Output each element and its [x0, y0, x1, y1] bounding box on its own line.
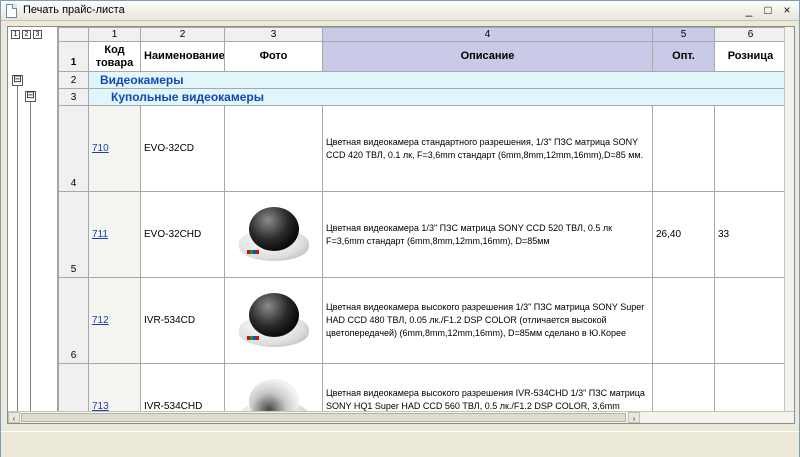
collapse-toggle-icon[interactable]: ⊟ — [25, 91, 36, 102]
price-table: 1 2 3 4 5 6 1 Код товара Наименование Фо… — [58, 27, 787, 423]
product-description: Цветная видеокамера высокого разрешения … — [322, 277, 653, 364]
dome-camera-photo — [235, 289, 313, 353]
row-number[interactable]: 3 — [58, 88, 89, 106]
row-number[interactable]: 5 — [58, 191, 89, 278]
product-code-cell: 711 — [88, 191, 141, 278]
header-code: Код товара — [88, 41, 141, 72]
outline-level-3-button[interactable]: 3 — [33, 30, 42, 39]
header-retail: Розница — [714, 41, 787, 72]
column-number[interactable]: 6 — [714, 27, 787, 42]
product-code-cell: 712 — [88, 277, 141, 364]
scroll-right-arrow-icon[interactable]: › — [628, 412, 640, 423]
price-opt — [652, 105, 715, 192]
maximize-button[interactable]: □ — [760, 3, 776, 18]
column-number-row: 1 2 3 4 5 6 — [58, 27, 787, 42]
row-number[interactable]: 4 — [58, 105, 89, 192]
minimize-button[interactable]: _ — [741, 3, 757, 18]
product-description: Цветная видеокамера 1/3" ПЗС матрица SON… — [322, 191, 653, 278]
product-description: Цветная видеокамера стандартного разреше… — [322, 105, 653, 192]
outline-line — [17, 85, 18, 415]
product-photo-cell — [224, 191, 323, 278]
title-bar: Печать прайс-листа _ □ × — [1, 1, 799, 21]
scrollbar-thumb[interactable] — [21, 413, 626, 422]
horizontal-scrollbar[interactable]: ‹ › — [8, 411, 794, 423]
product-name: EVO-32CD — [140, 105, 225, 192]
outline-level-2-button[interactable]: 2 — [22, 30, 31, 39]
price-retail — [714, 277, 787, 364]
group-title: Видеокамеры — [88, 71, 787, 89]
column-number[interactable]: 2 — [140, 27, 225, 42]
column-number[interactable]: 4 — [322, 27, 653, 42]
price-retail: 33 — [714, 191, 787, 278]
header-photo: Фото — [224, 41, 323, 72]
row-number[interactable]: 6 — [58, 277, 89, 364]
price-list-window: Печать прайс-листа _ □ × 1 2 3 ⊟ ⊟ 1 2 3 — [0, 0, 800, 457]
row-number[interactable]: 1 — [58, 41, 89, 72]
outline-line — [30, 101, 31, 415]
column-number[interactable]: 5 — [652, 27, 715, 42]
table-row: 5 711 EVO-32CHD Цветная видеокамера 1/3"… — [58, 191, 787, 278]
product-photo-cell — [224, 105, 323, 192]
header-opt: Опт. — [652, 41, 715, 72]
product-code-cell: 710 — [88, 105, 141, 192]
subgroup-row: 3 Купольные видеокамеры — [58, 88, 787, 106]
table-row: 6 712 IVR-534CD Цветная видеокамера высо… — [58, 277, 787, 364]
price-opt — [652, 277, 715, 364]
corner-cell — [58, 27, 89, 42]
product-name: EVO-32CHD — [140, 191, 225, 278]
close-button[interactable]: × — [779, 3, 795, 18]
product-photo-cell — [224, 277, 323, 364]
dome-camera-photo — [235, 203, 313, 267]
document-icon — [6, 4, 17, 18]
price-retail — [714, 105, 787, 192]
table-row: 4 710 EVO-32CD Цветная видеокамера станд… — [58, 105, 787, 192]
product-name: IVR-534CD — [140, 277, 225, 364]
window-title: Печать прайс-листа — [23, 4, 125, 16]
price-opt: 26,40 — [652, 191, 715, 278]
subgroup-title: Купольные видеокамеры — [88, 88, 787, 106]
product-code-link[interactable]: 712 — [92, 315, 109, 326]
vertical-scrollbar[interactable] — [784, 27, 794, 412]
column-number[interactable]: 3 — [224, 27, 323, 42]
product-code-link[interactable]: 711 — [92, 229, 108, 240]
collapse-toggle-icon[interactable]: ⊟ — [12, 75, 23, 86]
outline-level-1-button[interactable]: 1 — [11, 30, 20, 39]
product-code-link[interactable]: 710 — [92, 143, 109, 154]
header-description: Описание — [322, 41, 653, 72]
header-row: 1 Код товара Наименование Фото Описание … — [58, 41, 787, 72]
spreadsheet: 1 2 3 ⊟ ⊟ 1 2 3 4 5 6 1 Код товара Наиме… — [7, 26, 795, 424]
outline-gutter: 1 2 3 ⊟ ⊟ — [8, 27, 58, 415]
column-number[interactable]: 1 — [88, 27, 141, 42]
scroll-left-arrow-icon[interactable]: ‹ — [8, 412, 20, 423]
group-row: 2 Видеокамеры — [58, 71, 787, 89]
row-number[interactable]: 2 — [58, 71, 89, 89]
status-bar — [1, 431, 799, 457]
header-name: Наименование — [140, 41, 225, 72]
